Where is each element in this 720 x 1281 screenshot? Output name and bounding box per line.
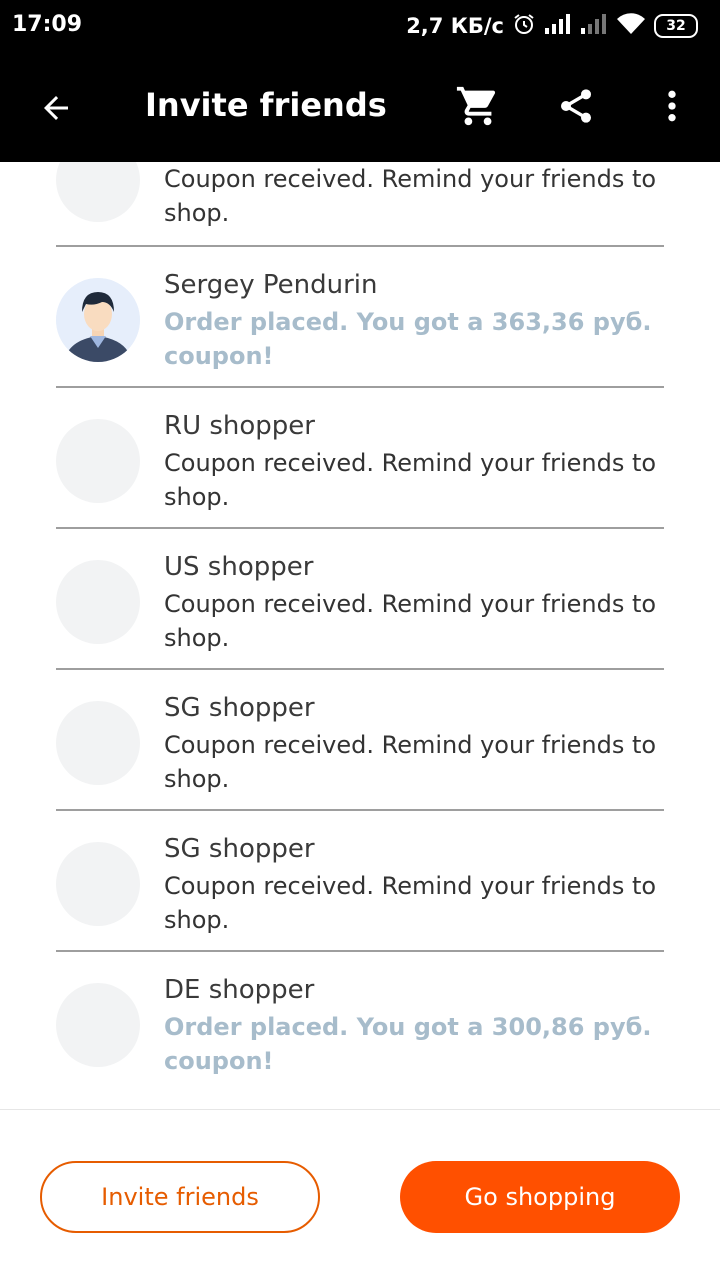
friend-name: RU shopper [164, 411, 315, 441]
friend-status: Coupon received. Remind your friends to … [164, 165, 657, 227]
avatar-placeholder [56, 419, 140, 503]
back-button[interactable] [32, 84, 80, 132]
list-item[interactable]: RU shopper Coupon received. Remind your … [56, 388, 664, 529]
invite-friends-button[interactable]: Invite friends [40, 1161, 320, 1233]
friends-list[interactable]: Coupon received. Remind your friends to … [56, 162, 664, 1110]
top-bar: 17:09 2,7 КБ/с 32 Invite friends [0, 0, 720, 162]
friend-status: Coupon received. Remind your friends to … [164, 731, 657, 793]
wifi-icon [616, 13, 646, 39]
list-item-text: US shopper Coupon received. Remind your … [164, 550, 664, 655]
signal-secondary-icon [580, 13, 608, 39]
network-speed: 2,7 КБ/с [406, 14, 504, 38]
more-options-button[interactable] [646, 80, 698, 132]
share-button[interactable] [550, 80, 602, 132]
friend-status: Order placed. You got a 363,36 руб. coup… [164, 308, 652, 370]
friend-name: SG shopper [164, 834, 315, 864]
list-item[interactable]: SG shopper Coupon received. Remind your … [56, 811, 664, 952]
list-item[interactable]: US shopper Coupon received. Remind your … [56, 529, 664, 670]
list-item-text: SG shopper Coupon received. Remind your … [164, 691, 664, 796]
avatar-placeholder [56, 560, 140, 644]
list-item[interactable]: DE shopper Order placed. You got a 300,8… [56, 952, 664, 1091]
avatar-placeholder [56, 701, 140, 785]
status-time: 17:09 [12, 12, 83, 37]
status-bar: 17:09 2,7 КБ/с 32 [0, 0, 720, 52]
status-icons: 2,7 КБ/с 32 [406, 10, 698, 42]
friend-name: Sergey Pendurin [164, 270, 378, 300]
list-item-text: Coupon received. Remind your friends to … [164, 162, 664, 230]
back-arrow-icon [44, 96, 68, 120]
list-item[interactable]: SG shopper Coupon received. Remind your … [56, 670, 664, 811]
list-item-text: SG shopper Coupon received. Remind your … [164, 832, 664, 937]
avatar-placeholder [56, 162, 140, 222]
user-photo-icon [56, 278, 140, 362]
avatar [56, 278, 140, 362]
go-shopping-button[interactable]: Go shopping [400, 1161, 680, 1233]
friend-name: SG shopper [164, 693, 315, 723]
avatar-placeholder [56, 842, 140, 926]
friend-status: Coupon received. Remind your friends to … [164, 449, 657, 511]
friend-status: Coupon received. Remind your friends to … [164, 590, 657, 652]
cart-icon [456, 86, 496, 126]
list-item[interactable]: Coupon received. Remind your friends to … [56, 162, 664, 247]
signal-icon [544, 13, 572, 39]
cart-button[interactable] [452, 80, 504, 132]
list-item-text: DE shopper Order placed. You got a 300,8… [164, 973, 664, 1078]
friend-name: US shopper [164, 552, 314, 582]
friend-name: DE shopper [164, 975, 315, 1005]
more-vert-icon [668, 90, 676, 122]
share-icon [561, 89, 591, 123]
bottom-action-bar: Invite friends Go shopping [0, 1109, 720, 1281]
list-item[interactable]: Sergey Pendurin Order placed. You got a … [56, 247, 664, 388]
list-item-text: Sergey Pendurin Order placed. You got a … [164, 268, 664, 373]
friend-status: Order placed. You got a 300,86 руб. coup… [164, 1013, 652, 1075]
page-title: Invite friends [145, 86, 387, 124]
avatar-placeholder [56, 983, 140, 1067]
list-item-text: RU shopper Coupon received. Remind your … [164, 409, 664, 514]
battery-indicator: 32 [654, 14, 698, 38]
app-bar: Invite friends [0, 52, 720, 162]
alarm-icon [512, 12, 536, 40]
friend-status: Coupon received. Remind your friends to … [164, 872, 657, 934]
